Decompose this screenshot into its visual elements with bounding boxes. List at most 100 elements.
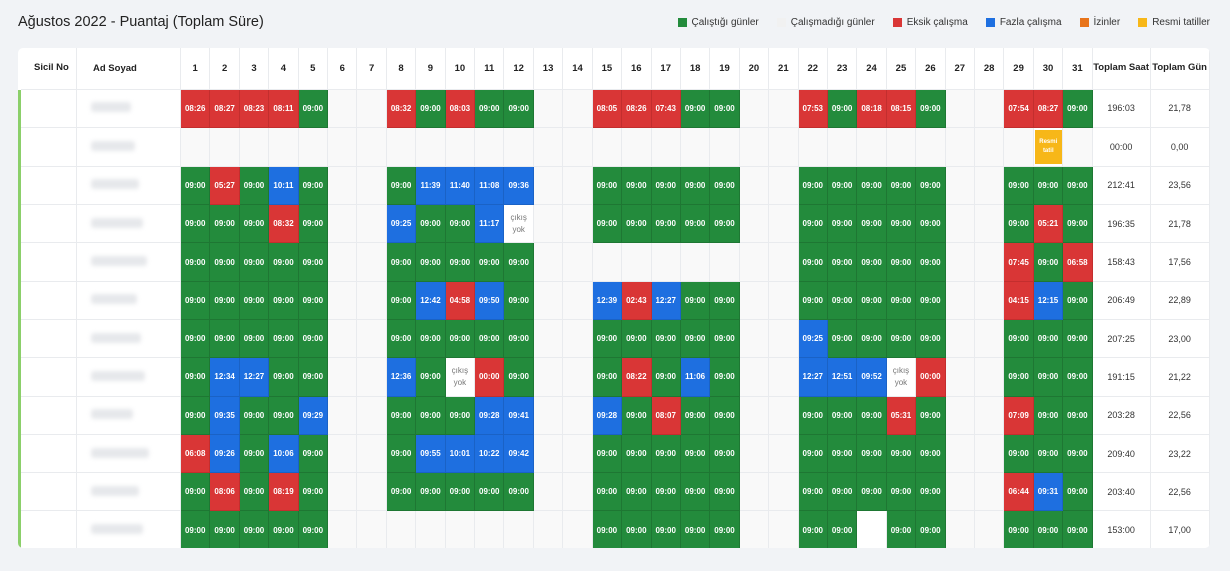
day-cell[interactable]: 09:00 [856, 242, 887, 282]
day-cell[interactable]: 00:00 [915, 357, 946, 397]
table-row[interactable]: 09:00 09:35 09:00 09:00 09:29 09:00 09:00 09:00… [18, 396, 1210, 435]
column-header-day[interactable]: 11 [474, 48, 505, 90]
day-cell[interactable]: 08:32 [386, 89, 417, 128]
column-header-day[interactable]: 29 [1003, 48, 1034, 90]
day-cell[interactable]: 05:21 [1033, 204, 1064, 244]
name-cell[interactable] [76, 204, 181, 244]
day-cell[interactable]: 11:39 [415, 166, 446, 206]
column-header-day[interactable]: 6 [327, 48, 358, 90]
day-cell[interactable]: 09:00 [239, 319, 270, 359]
day-cell[interactable]: 07:43 [651, 89, 681, 128]
day-cell[interactable]: 09:00 [298, 89, 329, 128]
day-cell[interactable]: 09:00 [386, 166, 417, 206]
day-cell[interactable]: 09:00 [1062, 319, 1093, 359]
name-cell[interactable] [76, 242, 181, 282]
day-cell[interactable]: 08:05 [592, 89, 623, 128]
day-cell[interactable]: 09:00 [798, 166, 828, 206]
name-cell[interactable] [76, 396, 181, 435]
day-cell[interactable]: 08:18 [856, 89, 887, 128]
day-cell[interactable]: 09:00 [1062, 89, 1093, 128]
day-cell[interactable]: 09:00 [180, 357, 211, 397]
day-cell[interactable]: 09:00 [592, 319, 623, 359]
day-cell[interactable]: 09:00 [592, 357, 623, 397]
column-header-day[interactable]: 28 [974, 48, 1005, 90]
day-cell[interactable]: 09:00 [298, 319, 329, 359]
day-cell[interactable]: 09:00 [651, 472, 681, 512]
table-row[interactable]: 08:26 08:27 08:23 08:11 09:00 08:32 09:00 08:03… [18, 89, 1210, 128]
column-header-day[interactable]: 26 [915, 48, 946, 90]
day-cell[interactable]: 09:00 [827, 204, 858, 244]
column-header-sicil[interactable]: Sicil No [19, 48, 77, 90]
day-cell[interactable]: 09:00 [886, 204, 917, 244]
day-cell[interactable]: 07:54 [1003, 89, 1034, 128]
day-cell[interactable]: 09:00 [503, 472, 534, 512]
day-cell[interactable]: 09:29 [298, 396, 329, 435]
day-cell[interactable]: 09:00 [239, 434, 270, 474]
day-cell[interactable]: 09:00 [680, 472, 711, 512]
day-cell[interactable]: 08:07 [651, 396, 681, 435]
day-cell[interactable]: 09:00 [651, 319, 681, 359]
day-cell[interactable]: 09:00 [827, 396, 858, 435]
day-cell[interactable]: 09:00 [680, 166, 711, 206]
day-cell[interactable]: 09:50 [474, 281, 505, 320]
day-cell[interactable]: 09:00 [1062, 396, 1093, 435]
day-cell[interactable]: 09:00 [915, 242, 946, 282]
day-cell[interactable]: 09:00 [680, 434, 711, 474]
day-cell[interactable]: 09:00 [298, 434, 329, 474]
day-cell[interactable]: 09:00 [298, 472, 329, 512]
day-cell[interactable]: 09:00 [1062, 204, 1093, 244]
day-cell[interactable]: 09:00 [386, 281, 417, 320]
day-cell[interactable]: 08:27 [1033, 89, 1064, 128]
day-cell[interactable]: 09:00 [1033, 510, 1064, 548]
day-cell[interactable]: 08:23 [239, 89, 270, 128]
column-header-day[interactable]: 20 [739, 48, 770, 90]
day-cell[interactable]: 09:00 [386, 434, 417, 474]
day-cell[interactable]: 09:00 [856, 204, 887, 244]
day-cell[interactable]: 09:00 [1033, 396, 1064, 435]
day-cell[interactable]: 09:00 [621, 472, 652, 512]
day-cell[interactable]: 09:28 [474, 396, 505, 435]
day-cell[interactable]: 09:00 [651, 510, 681, 548]
day-cell[interactable]: 09:41 [503, 396, 534, 435]
column-header-day[interactable]: 9 [415, 48, 446, 90]
day-cell[interactable]: 09:00 [415, 242, 446, 282]
day-cell[interactable]: 09:00 [1003, 166, 1034, 206]
day-cell[interactable]: çıkış yok [886, 357, 917, 397]
day-cell[interactable]: 09:00 [386, 242, 417, 282]
day-cell[interactable]: 09:00 [386, 472, 417, 512]
day-cell[interactable]: 08:03 [445, 89, 476, 128]
day-cell[interactable]: 09:00 [886, 434, 917, 474]
day-cell[interactable]: 09:00 [621, 319, 652, 359]
day-cell[interactable]: 09:00 [298, 242, 329, 282]
day-cell[interactable]: 08:26 [621, 89, 652, 128]
day-cell[interactable]: 09:00 [915, 434, 946, 474]
day-cell[interactable]: 09:36 [503, 166, 534, 206]
day-cell[interactable]: 09:00 [827, 89, 858, 128]
day-cell[interactable]: 09:00 [268, 357, 299, 397]
day-cell[interactable]: 12:15 [1033, 281, 1064, 320]
day-cell[interactable]: 09:00 [209, 281, 240, 320]
day-cell[interactable]: 09:00 [503, 319, 534, 359]
day-cell[interactable]: 09:00 [651, 357, 681, 397]
day-cell[interactable]: 09:00 [798, 396, 828, 435]
day-cell[interactable]: 09:00 [1003, 357, 1034, 397]
day-cell[interactable]: 08:22 [621, 357, 652, 397]
day-cell[interactable]: 06:58 [1062, 242, 1093, 282]
day-cell[interactable]: 09:00 [680, 510, 711, 548]
day-cell[interactable]: çıkış yok [503, 204, 534, 244]
day-cell[interactable]: 09:00 [474, 319, 505, 359]
column-header-day[interactable]: 27 [945, 48, 975, 90]
day-cell[interactable]: 09:00 [239, 204, 270, 244]
day-cell[interactable]: 09:00 [709, 357, 740, 397]
day-cell[interactable]: 09:00 [709, 281, 740, 320]
day-cell[interactable]: 12:27 [798, 357, 828, 397]
day-cell[interactable]: 09:00 [621, 166, 652, 206]
day-cell[interactable]: 10:01 [445, 434, 476, 474]
day-cell[interactable]: 09:00 [180, 319, 211, 359]
column-header-day[interactable]: 17 [651, 48, 681, 90]
day-cell[interactable]: 09:00 [592, 434, 623, 474]
day-cell[interactable]: 09:00 [445, 204, 476, 244]
day-cell[interactable]: 09:00 [386, 396, 417, 435]
day-cell[interactable]: 09:00 [415, 472, 446, 512]
day-cell[interactable]: 08:27 [209, 89, 240, 128]
